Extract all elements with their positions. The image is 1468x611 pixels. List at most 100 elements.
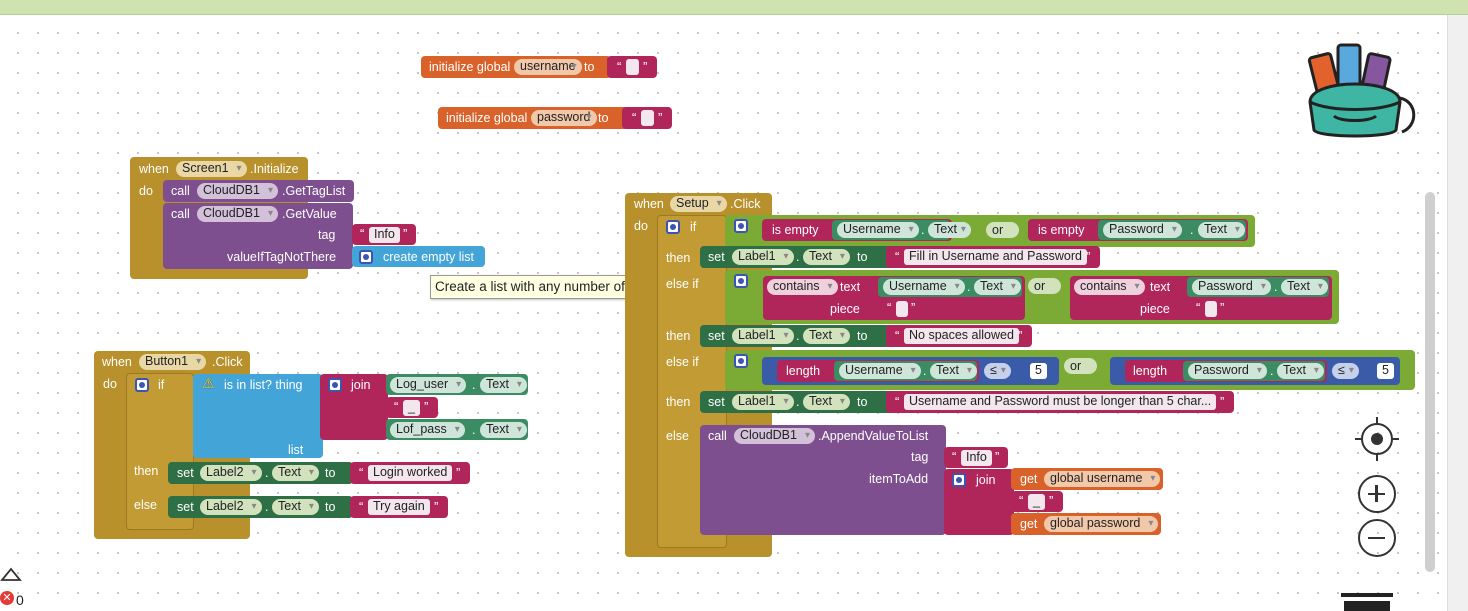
label1-dropdown[interactable]: Label1 — [732, 328, 794, 344]
mutator-gear-icon[interactable] — [734, 219, 748, 233]
backpack-icon[interactable] — [1300, 38, 1418, 142]
username-dropdown[interactable]: Username — [839, 363, 921, 379]
global-username-dropdown[interactable]: global username — [1044, 471, 1161, 487]
text-property-dropdown[interactable]: Text — [272, 465, 319, 481]
info-string-field[interactable]: Info — [961, 450, 992, 466]
label1-dropdown[interactable]: Label1 — [732, 394, 794, 410]
mutator-gear-icon[interactable] — [328, 378, 342, 392]
empty-string-block-password[interactable]: “ ” — [622, 107, 672, 129]
login-worked-field[interactable]: Login worked — [368, 465, 453, 481]
label1-dropdown[interactable]: Label1 — [732, 249, 794, 265]
underscore-string-block[interactable]: “ _ ” — [386, 397, 438, 418]
text-property-dropdown[interactable]: Text — [928, 222, 971, 238]
log-user-text-getter[interactable]: Log_user . Text — [386, 374, 528, 395]
no-spaces-string[interactable]: “ No spaces allowed ” — [886, 325, 1032, 347]
underscore-string-field[interactable]: _ — [1028, 494, 1045, 510]
error-icon[interactable]: ✕ — [0, 591, 14, 605]
init-global-username-block[interactable]: initialize global username to — [421, 56, 611, 78]
username-text-getter-2[interactable]: Username . Text — [878, 277, 1022, 297]
empty-string-field[interactable] — [641, 110, 654, 126]
mutator-gear-icon[interactable] — [952, 473, 966, 487]
username-dropdown[interactable]: Username — [883, 279, 965, 295]
contains-dropdown[interactable]: contains — [767, 279, 838, 295]
button1-dropdown[interactable]: Button1 — [139, 354, 207, 370]
space-string-field[interactable] — [896, 301, 908, 317]
info-string-field[interactable]: Info — [369, 227, 400, 243]
text-property-dropdown[interactable]: Text — [803, 394, 850, 410]
clouddb-dropdown[interactable]: CloudDB1 — [734, 428, 815, 444]
no-spaces-field[interactable]: No spaces allowed — [904, 328, 1019, 344]
password-text-getter-2[interactable]: Password . Text — [1187, 277, 1329, 297]
password-dropdown[interactable]: Password — [1103, 222, 1182, 238]
mutator-gear-icon[interactable] — [734, 274, 748, 288]
lof-pass-text-getter[interactable]: Lof_pass . Text — [386, 419, 528, 440]
password-text-getter-3[interactable]: Password . Text — [1183, 361, 1325, 381]
username-text-getter-3[interactable]: Username . Text — [834, 361, 977, 381]
global-password-dropdown[interactable]: global password — [1044, 516, 1159, 532]
set-label2-try-again[interactable]: set Label2 . Text to — [168, 496, 353, 518]
get-global-password-block[interactable]: get global password — [1011, 513, 1161, 535]
underscore-string-field[interactable]: _ — [403, 400, 420, 416]
set-label1-length-msg[interactable]: set Label1 . Text to — [700, 391, 895, 413]
init-global-password-block[interactable]: initialize global password to — [438, 107, 628, 129]
text-property-dropdown[interactable]: Text — [974, 279, 1021, 295]
mutator-gear-icon[interactable] — [734, 354, 748, 368]
password-text-getter[interactable]: Password . Text — [1098, 220, 1246, 240]
login-worked-string[interactable]: “ Login worked ” — [350, 462, 470, 484]
text-property-dropdown[interactable]: Text — [930, 363, 977, 379]
info-string-block[interactable]: “ Info ” — [352, 224, 416, 245]
text-property-dropdown[interactable]: Text — [1277, 363, 1324, 379]
space-string-block-2[interactable]: “ ” — [1188, 298, 1234, 319]
text-property-dropdown[interactable]: Text — [480, 422, 527, 438]
underscore-string-block-2[interactable]: “ _ ” — [1011, 491, 1063, 512]
length-msg-string[interactable]: “ Username and Password must be longer t… — [886, 391, 1234, 413]
username-text-getter[interactable]: Username . Text — [832, 220, 971, 240]
call-appendvaluetolist-block[interactable]: call CloudDB1 .AppendValueToList tag ite… — [700, 425, 946, 535]
warning-icon[interactable]: ⚠ — [202, 375, 215, 392]
zoom-in-icon[interactable] — [1358, 475, 1396, 513]
text-property-dropdown[interactable]: Text — [480, 377, 527, 393]
trash-icon[interactable] — [1341, 591, 1393, 611]
password-dropdown[interactable]: Password — [1188, 363, 1267, 379]
label2-dropdown[interactable]: Label2 — [200, 499, 262, 515]
empty-string-field[interactable] — [626, 59, 639, 75]
setup-dropdown[interactable]: Setup — [670, 196, 727, 212]
clouddb-dropdown[interactable]: CloudDB1 — [197, 206, 278, 222]
set-label1-no-spaces[interactable]: set Label1 . Text to — [700, 325, 895, 347]
fill-msg-field[interactable]: Fill in Username and Password — [904, 249, 1087, 265]
join-block[interactable]: join — [320, 374, 388, 440]
log-user-dropdown[interactable]: Log_user — [390, 377, 467, 393]
space-string-block-1[interactable]: “ ” — [879, 298, 925, 319]
lte-operator-dropdown[interactable]: ≤ — [1332, 363, 1359, 379]
info-string-block-2[interactable]: “ Info ” — [944, 447, 1008, 468]
recenter-icon[interactable] — [1355, 417, 1399, 461]
number-five-field[interactable]: 5 — [1377, 363, 1394, 379]
join-block-2[interactable]: join — [944, 469, 1014, 535]
get-global-username-block[interactable]: get global username — [1011, 468, 1163, 490]
create-empty-list-block[interactable]: create empty list — [352, 246, 485, 267]
length-msg-field[interactable]: Username and Password must be longer tha… — [904, 394, 1217, 410]
lof-pass-dropdown[interactable]: Lof_pass — [390, 422, 465, 438]
vertical-scrollbar-track[interactable] — [1447, 15, 1468, 611]
set-label2-login-worked[interactable]: set Label2 . Text to — [168, 462, 353, 484]
text-property-dropdown[interactable]: Text — [803, 328, 850, 344]
vertical-scrollbar-thumb[interactable] — [1425, 192, 1435, 572]
set-label1-fill-msg[interactable]: set Label1 . Text to — [700, 246, 895, 268]
global-name-password[interactable]: password — [531, 110, 597, 126]
try-again-field[interactable]: Try again — [368, 499, 430, 515]
call-gettaglist-block[interactable]: call CloudDB1 .GetTagList — [163, 180, 354, 202]
text-property-dropdown[interactable]: Text — [272, 499, 319, 515]
clouddb-dropdown[interactable]: CloudDB1 — [197, 183, 278, 199]
text-property-dropdown[interactable]: Text — [1281, 279, 1328, 295]
text-property-dropdown[interactable]: Text — [803, 249, 850, 265]
contains-dropdown[interactable]: contains — [1074, 279, 1145, 295]
label2-dropdown[interactable]: Label2 — [200, 465, 262, 481]
screen1-dropdown[interactable]: Screen1 — [176, 161, 247, 177]
mutator-gear-icon[interactable] — [359, 250, 373, 264]
space-string-field[interactable] — [1205, 301, 1217, 317]
number-five-field[interactable]: 5 — [1030, 363, 1047, 379]
is-in-list-block[interactable]: ⚠ is in list? thing list — [193, 374, 323, 458]
mutator-gear-icon[interactable] — [666, 220, 680, 234]
try-again-string[interactable]: “ Try again ” — [350, 496, 448, 518]
fill-msg-string[interactable]: “ Fill in Username and Password ” — [886, 246, 1100, 268]
